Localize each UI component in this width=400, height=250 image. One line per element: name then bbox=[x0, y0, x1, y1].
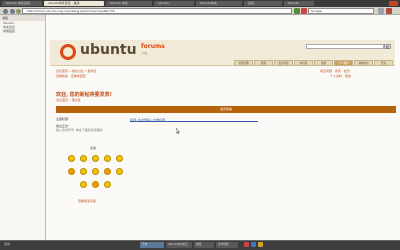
taskbar-item[interactable]: Ubuntu中文论坛 bbox=[166, 242, 192, 248]
nav-tab[interactable]: 站内短信 bbox=[354, 60, 373, 66]
page-title: 欢迎, 您的新帖将要发表! bbox=[56, 92, 112, 98]
smiley-icon[interactable] bbox=[92, 181, 99, 188]
smiley-icon[interactable] bbox=[80, 168, 87, 175]
menu-icon[interactable] bbox=[386, 8, 392, 14]
browser-tab-active[interactable]: ubuntu中文论坛 - 发表 bbox=[44, 1, 104, 6]
post-editor-column bbox=[128, 114, 396, 206]
browser-tab[interactable]: Ubuntu中文 bbox=[196, 1, 242, 6]
more-smileys-link[interactable]: 查看更多表情 bbox=[78, 199, 96, 203]
smiley-heading: 表情 bbox=[90, 146, 97, 150]
nav-links-left[interactable]: 论坛首页 » 综合讨论 » 灌水区 bbox=[56, 69, 97, 73]
tray-icon[interactable] bbox=[258, 242, 263, 247]
smiley-icon[interactable] bbox=[92, 168, 99, 175]
subject-label: 主题标题: bbox=[56, 117, 70, 121]
stop-icon[interactable] bbox=[301, 8, 307, 14]
logo-forums-text: forums bbox=[141, 43, 165, 50]
smiley-icon[interactable] bbox=[116, 155, 123, 162]
smiley-icon[interactable] bbox=[80, 181, 87, 188]
forum-search-input[interactable] bbox=[306, 44, 384, 49]
smiley-icon[interactable] bbox=[104, 181, 111, 188]
bookmarks-sidebar: 书签 Ubuntu 中文论坛 常用链接 bbox=[0, 15, 46, 240]
nav-links-left-2[interactable]: 查看新帖 · 查看未回复 bbox=[56, 74, 86, 78]
browser-tab[interactable]: Ubuntu bbox=[284, 1, 314, 6]
nav-tab[interactable]: 搜索 bbox=[254, 60, 273, 66]
section-title-bar: 发表新帖 bbox=[56, 106, 396, 113]
smiley-icon[interactable] bbox=[92, 155, 99, 162]
subject-underline bbox=[130, 121, 258, 122]
smiley-icon[interactable] bbox=[116, 168, 123, 175]
address-bar[interactable]: http://forum.ubuntu.org.cn/posting.php?m… bbox=[22, 8, 292, 14]
smiley-icon[interactable] bbox=[104, 168, 111, 175]
taskbar-item[interactable]: 终端 bbox=[194, 242, 214, 248]
ubuntu-logo-icon[interactable] bbox=[60, 44, 76, 60]
search-icon[interactable] bbox=[378, 8, 384, 14]
nav-tab[interactable]: 注册 bbox=[314, 60, 333, 66]
smiley-icon[interactable] bbox=[68, 168, 75, 175]
browser-tab[interactable]: Ubuntu 中文论坛 bbox=[2, 1, 42, 6]
home-icon[interactable] bbox=[16, 9, 21, 14]
nav-tab[interactable]: 会员列表 bbox=[274, 60, 293, 66]
logo-org-text: .org bbox=[141, 51, 147, 55]
smiley-icon[interactable] bbox=[80, 155, 87, 162]
browser-tab[interactable]: Ubuntu 中文 bbox=[106, 1, 152, 6]
tray-icon[interactable] bbox=[244, 242, 249, 247]
smiley-icon[interactable] bbox=[68, 155, 75, 162]
browser-tab[interactable]: ubuntu bbox=[154, 1, 194, 6]
taskbar-item[interactable]: 文件管理 bbox=[216, 242, 238, 248]
sidebar-item[interactable]: 常用链接 bbox=[0, 29, 45, 33]
forward-icon[interactable] bbox=[10, 9, 15, 14]
nav-tab[interactable]: 用户组 bbox=[294, 60, 313, 66]
smiley-icon[interactable] bbox=[104, 155, 111, 162]
nav-links-right[interactable]: 常见问题 · 搜索 · 会员 bbox=[320, 69, 350, 73]
nav-links-right-2[interactable]: 个人资料 · 短信 bbox=[330, 74, 351, 78]
mouse-cursor-icon bbox=[176, 128, 180, 134]
breadcrumb[interactable]: 论坛首页 » 灌水区 bbox=[56, 98, 81, 102]
nav-tab[interactable]: 登录 bbox=[374, 60, 393, 66]
close-window-button[interactable] bbox=[389, 1, 398, 6]
search-engine-input[interactable]: Google bbox=[308, 8, 374, 14]
smiley-hint: 插入表情符号, 单击下面的表情图标 bbox=[56, 128, 103, 132]
nav-tab[interactable]: 常见问题 bbox=[234, 60, 253, 66]
start-button[interactable]: 开始 bbox=[140, 242, 164, 248]
go-icon[interactable] bbox=[294, 8, 300, 14]
status-text: 完成 bbox=[4, 242, 11, 246]
tray-icon[interactable] bbox=[251, 242, 256, 247]
nav-tab-active[interactable]: 个人资料 bbox=[334, 60, 353, 66]
back-icon[interactable] bbox=[3, 9, 8, 14]
logo-wordmark[interactable]: ubuntu bbox=[80, 40, 137, 60]
browser-tab[interactable]: 论坛 bbox=[244, 1, 282, 6]
forum-search-button[interactable]: 搜 bbox=[384, 44, 391, 49]
